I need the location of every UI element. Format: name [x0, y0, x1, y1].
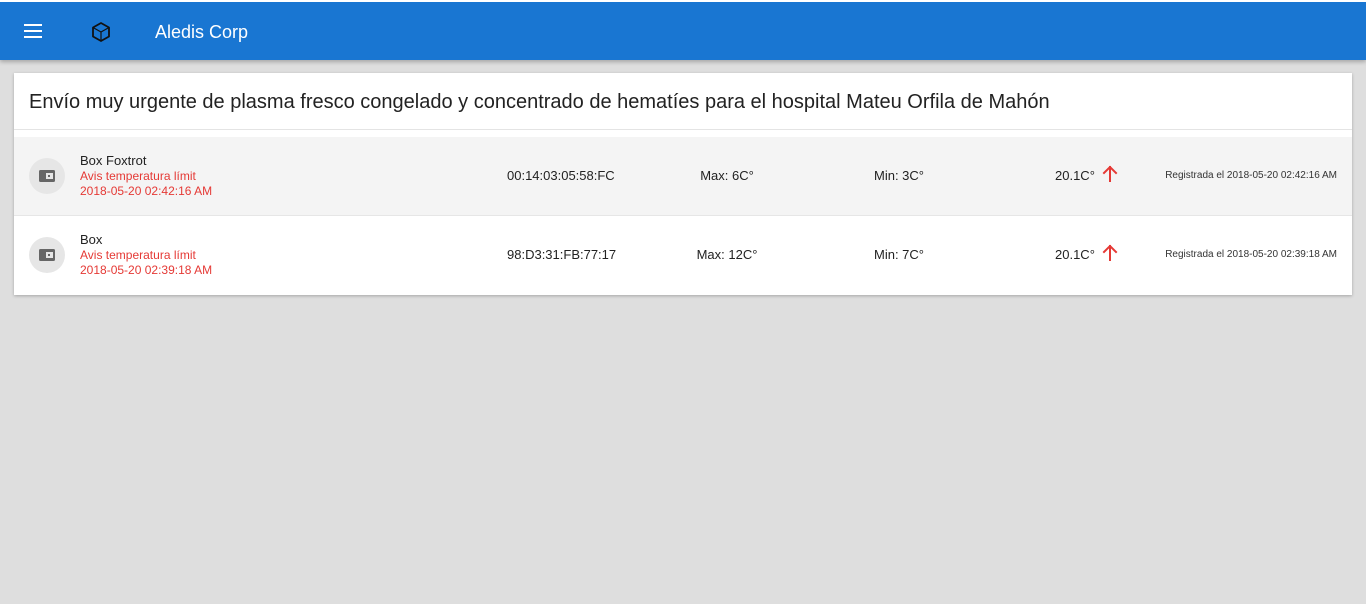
alert-text: Avis temperatura límit: [80, 169, 196, 183]
cube-icon[interactable]: [90, 21, 112, 43]
box-name: Box Foxtrot: [80, 153, 147, 168]
menu-icon[interactable]: [18, 18, 48, 44]
alert-date: 2018-05-20 02:42:16 AM: [80, 184, 213, 198]
current-temperature: 20.1C°: [1055, 247, 1095, 262]
wallet-icon: [39, 249, 55, 261]
max-temperature: Max: 12C°: [696, 247, 758, 262]
max-temperature: Max: 6C°: [700, 168, 754, 183]
mac-address: 98:D3:31:FB:77:17: [507, 247, 617, 262]
current-temperature: 20.1C°: [1055, 168, 1095, 183]
wallet-icon: [39, 170, 55, 182]
registered-date: Registrada el 2018-05-20 02:42:16 AM: [1165, 170, 1337, 181]
arrow-up-icon: [1102, 244, 1118, 261]
min-temperature: Min: 3C°: [874, 168, 924, 183]
min-temperature: Min: 7C°: [874, 247, 924, 262]
app-title: Aledis Corp: [155, 22, 249, 42]
box-row[interactable]: Box Avis temperatura límit 2018-05-20 02…: [14, 216, 1352, 294]
alert-date: 2018-05-20 02:39:18 AM: [80, 263, 213, 277]
box-name: Box: [80, 232, 103, 247]
shipment-title: Envío muy urgente de plasma fresco conge…: [29, 91, 1050, 113]
avatar: [29, 237, 65, 273]
shipment-card: Envío muy urgente de plasma fresco conge…: [14, 73, 1352, 295]
box-row[interactable]: Box Foxtrot Avis temperatura límit 2018-…: [14, 137, 1352, 216]
divider: [14, 129, 1352, 130]
arrow-up-icon: [1102, 165, 1118, 182]
app-bar: Aledis Corp: [0, 0, 1366, 60]
avatar: [29, 158, 65, 194]
registered-date: Registrada el 2018-05-20 02:39:18 AM: [1165, 249, 1337, 260]
mac-address: 00:14:03:05:58:FC: [507, 168, 615, 183]
alert-text: Avis temperatura límit: [80, 248, 196, 262]
